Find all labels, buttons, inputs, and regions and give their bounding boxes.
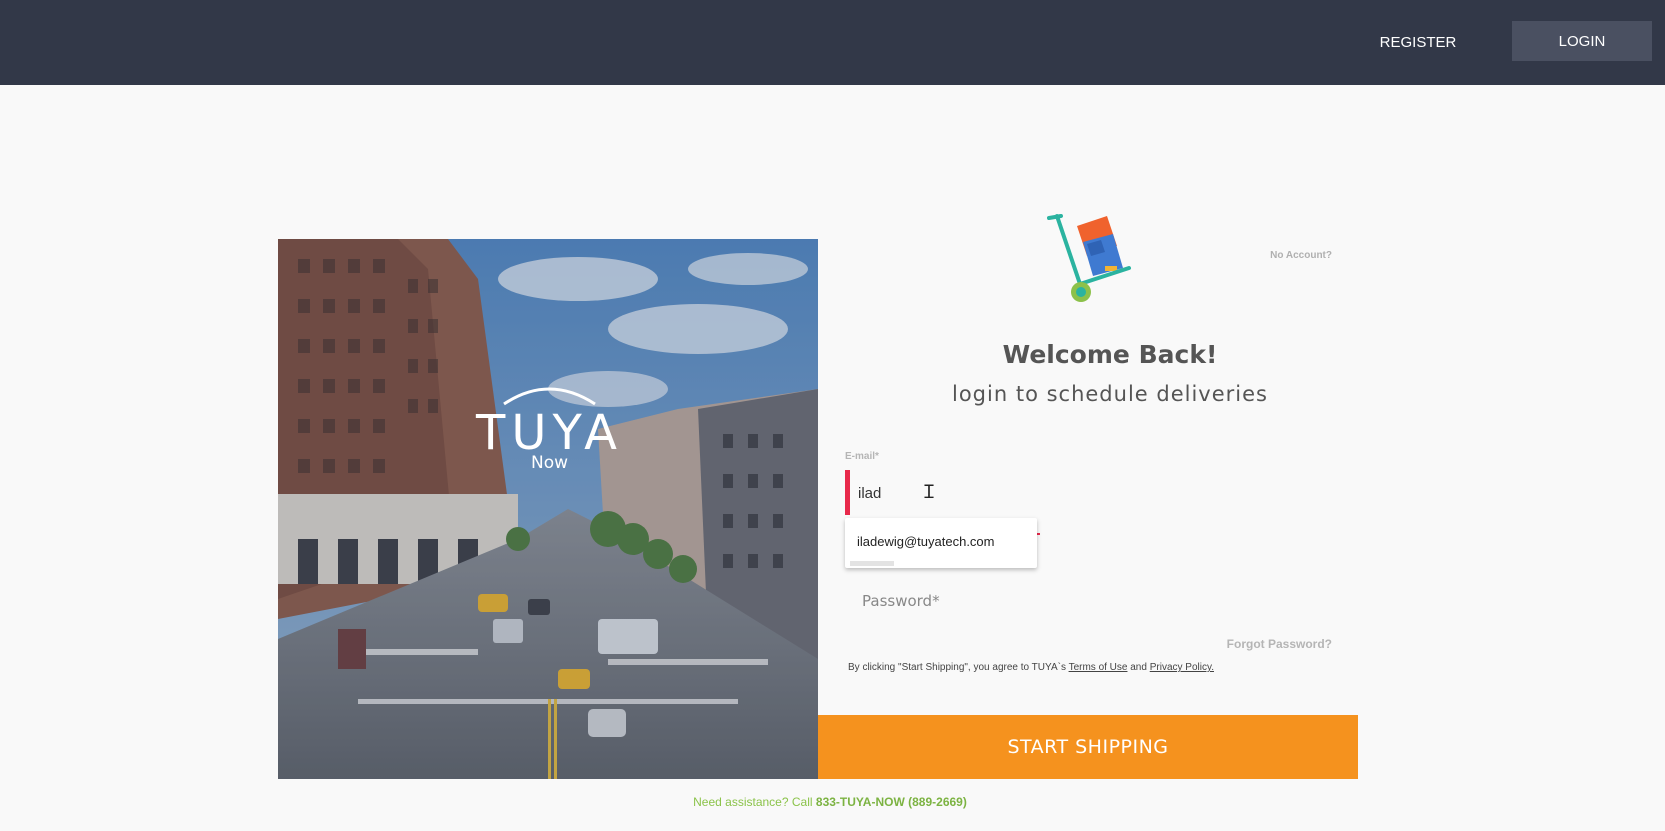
terms-of-use-link[interactable]: Terms of Use: [1069, 662, 1128, 673]
email-field-error-indicator: [845, 470, 850, 515]
email-field[interactable]: [858, 476, 1118, 510]
assistance-text: Need assistance? Call: [693, 795, 813, 809]
terms-prefix: By clicking "Start Shipping", you agree …: [848, 662, 1066, 673]
logo-subtitle: Now: [530, 453, 569, 473]
forgot-password-link[interactable]: Forgot Password?: [1200, 637, 1332, 651]
top-navigation-bar: REGISTER LOGIN: [0, 0, 1665, 85]
autocomplete-suggestion[interactable]: iladewig@tuyatech.com: [857, 534, 994, 549]
terms-notice: By clicking "Start Shipping", you agree …: [848, 662, 1214, 673]
email-field-label: E-mail*: [845, 451, 879, 462]
privacy-policy-link[interactable]: Privacy Policy.: [1150, 662, 1214, 673]
start-shipping-button[interactable]: START SHIPPING: [818, 715, 1358, 779]
terms-and: and: [1130, 662, 1147, 673]
tuya-now-logo: TUYA Now: [462, 380, 637, 473]
hand-truck-icon: [1045, 212, 1135, 304]
login-button[interactable]: LOGIN: [1512, 21, 1652, 61]
city-street-hero-image: [278, 239, 818, 779]
no-account-link[interactable]: No Account?: [1250, 250, 1332, 264]
register-link[interactable]: REGISTER: [1370, 28, 1466, 56]
assistance-notice: Need assistance? Call 833-TUYA-NOW (889-…: [560, 795, 1100, 809]
password-field[interactable]: [862, 586, 1162, 616]
logo-arc-icon: [503, 387, 596, 406]
text-cursor-icon: Ｉ: [920, 482, 938, 503]
welcome-title: Welcome Back!: [1002, 340, 1218, 369]
password-label-fragment: [850, 561, 894, 566]
assistance-phone-link[interactable]: 833-TUYA-NOW (889-2669): [816, 795, 967, 809]
welcome-subtitle: login to schedule deliveries: [952, 382, 1268, 406]
